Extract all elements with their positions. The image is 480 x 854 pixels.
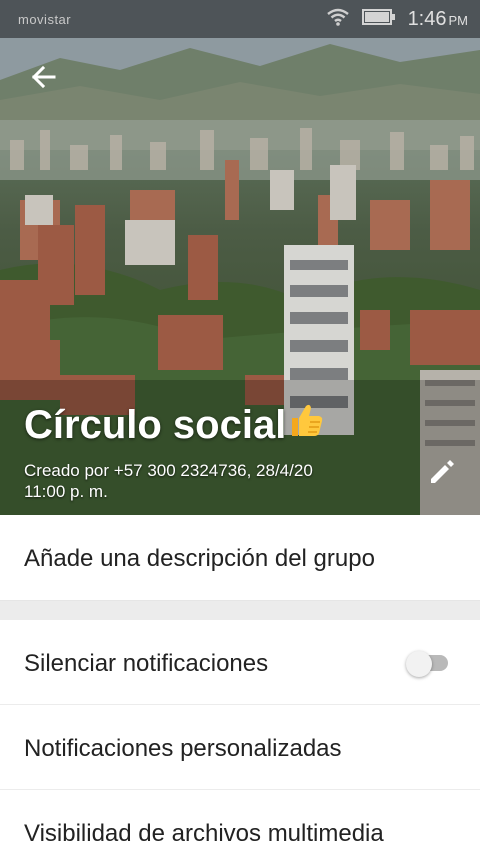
toggle-knob (406, 651, 432, 677)
back-button[interactable] (26, 62, 60, 96)
settings-card: Silenciar notificaciones Notificaciones … (0, 620, 480, 854)
custom-notifications-row[interactable]: Notificaciones personalizadas (0, 705, 480, 790)
media-visibility-row[interactable]: Visibilidad de archivos multimedia (0, 790, 480, 854)
group-title: Círculo social (24, 400, 424, 450)
edit-name-button[interactable] (424, 456, 460, 492)
status-bar: movistar 1:46 PM (0, 0, 480, 38)
media-visibility-label: Visibilidad de archivos multimedia (24, 820, 384, 847)
clock: 1:46 PM (407, 7, 468, 30)
created-by-text: Creado por +57 300 2324736, 28/4/20 11:0… (24, 461, 313, 501)
mute-notifications-label: Silenciar notificaciones (24, 650, 269, 677)
mute-notifications-row[interactable]: Silenciar notificaciones (0, 620, 480, 705)
battery-icon (361, 8, 396, 31)
add-description-label: Añade una descripción del grupo (24, 545, 375, 572)
back-arrow-icon (29, 63, 57, 96)
carrier-label: movistar (18, 12, 72, 27)
mute-notifications-toggle[interactable] (406, 651, 448, 677)
group-info: Círculo social Creado por +57 300 232473… (24, 400, 424, 502)
section-divider (0, 601, 480, 620)
group-photo[interactable]: movistar 1:46 PM Círculo social Creado p… (0, 0, 480, 515)
custom-notifications-label: Notificaciones personalizadas (24, 735, 342, 762)
thumbs-up-icon (286, 400, 326, 450)
wifi-icon (326, 7, 350, 32)
group-description-row[interactable]: Añade una descripción del grupo (0, 515, 480, 601)
pencil-icon (427, 457, 457, 492)
